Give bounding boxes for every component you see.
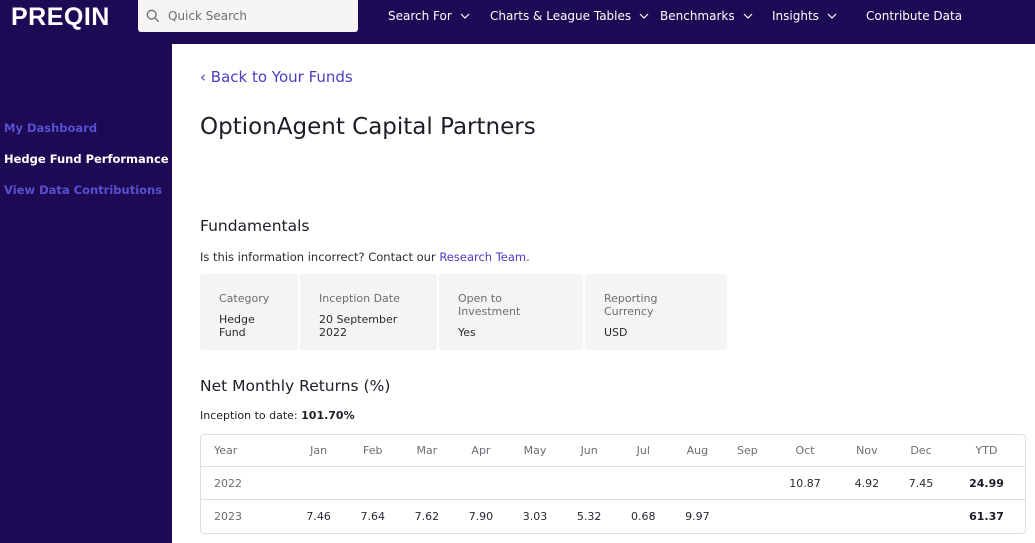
fundamentals-cards: Category Hedge Fund Inception Date 20 Se…	[200, 274, 727, 350]
field-label: Inception Date	[319, 292, 400, 305]
month-cell-oct: 10.87	[770, 467, 840, 500]
month-cell-apr	[453, 467, 508, 500]
month-cell-dec: 7.45	[893, 467, 949, 500]
column-header-jul: Jul	[616, 435, 671, 467]
month-cell-jun: 5.32	[576, 510, 602, 523]
research-team-link[interactable]: Research Team.	[439, 250, 529, 264]
column-header-may: May	[508, 435, 563, 467]
month-cell-mar	[399, 467, 454, 500]
monthly-returns-table: Year Jan Feb Mar Apr May Jun Jul Aug Sep Oct Nov Dec…	[200, 434, 1026, 534]
month-cell-aug: 9.97	[685, 510, 710, 523]
chevron-left-icon: ‹	[200, 68, 211, 86]
fundamental-card-reporting-currency: Reporting Currency USD	[585, 274, 727, 350]
nav-label: Insights	[772, 9, 819, 23]
itd-label: Inception to date:	[200, 409, 302, 422]
ytd-cell: 61.37	[969, 510, 1004, 523]
month-cell-jan: 7.46	[306, 510, 331, 523]
back-link-label: Back to Your Funds	[210, 68, 353, 86]
month-cell-jan	[291, 467, 346, 500]
fundamental-card-category: Category Hedge Fund	[200, 274, 298, 350]
column-header-jun: Jun	[562, 435, 617, 467]
column-header-dec: Dec	[893, 435, 949, 467]
nav-benchmarks[interactable]: Benchmarks	[660, 0, 753, 32]
column-header-apr: Apr	[453, 435, 508, 467]
sidebar-item-hedge-fund-performance[interactable]: Hedge Fund Performance	[4, 152, 169, 166]
quick-search-input[interactable]	[168, 9, 348, 23]
year-cell: 2022	[201, 467, 292, 500]
nav-label: Benchmarks	[660, 9, 735, 23]
preqin-logo[interactable]: PREQIN	[11, 3, 110, 32]
chevron-down-icon	[639, 13, 649, 19]
table-header-row: Year Jan Feb Mar Apr May Jun Jul Aug Sep Oct Nov Dec…	[201, 435, 1025, 467]
month-cell-jul	[616, 467, 671, 500]
fundamentals-heading: Fundamentals	[200, 217, 310, 235]
column-header-ytd: YTD	[948, 435, 1025, 467]
chevron-down-icon	[827, 13, 837, 19]
column-header-sep: Sep	[724, 435, 771, 467]
nav-search-for[interactable]: Search For	[388, 0, 470, 32]
main-content: ‹ Back to Your Funds OptionAgent Capital…	[172, 44, 1035, 543]
year-cell: 2023	[214, 510, 242, 523]
field-label: Reporting Currency	[604, 292, 658, 318]
month-cell-nov: 4.92	[839, 467, 894, 500]
month-cell-feb: 7.64	[360, 510, 385, 523]
field-value: Yes	[458, 326, 476, 339]
incorrect-info-note: Is this information incorrect? Contact o…	[200, 250, 530, 264]
month-cell-jun	[562, 467, 617, 500]
column-header-oct: Oct	[770, 435, 840, 467]
back-to-funds-link[interactable]: ‹ Back to Your Funds	[200, 68, 353, 86]
note-text: Is this information incorrect? Contact o…	[200, 250, 440, 264]
column-header-nov: Nov	[839, 435, 894, 467]
field-value: Hedge Fund	[219, 313, 255, 339]
column-header-feb: Feb	[345, 435, 400, 467]
chevron-down-icon	[460, 13, 470, 19]
inception-to-date: Inception to date: 101.70%	[200, 409, 355, 422]
month-cell-aug	[670, 467, 725, 500]
page-title: OptionAgent Capital Partners	[200, 114, 536, 140]
field-value: USD	[604, 326, 628, 339]
sidebar-item-view-data-contributions[interactable]: View Data Contributions	[4, 183, 162, 197]
top-navigation-bar: PREQIN Search For Charts & League Tables…	[0, 0, 1035, 44]
month-cell-dec	[894, 500, 948, 533]
field-label: Category	[219, 292, 270, 305]
net-monthly-returns-heading: Net Monthly Returns (%)	[200, 377, 391, 395]
column-header-aug: Aug	[670, 435, 725, 467]
month-cell-apr: 7.90	[468, 510, 494, 523]
ytd-cell: 24.99	[948, 467, 1025, 500]
month-cell-sep	[724, 500, 770, 533]
column-header-mar: Mar	[399, 435, 454, 467]
search-icon	[146, 9, 160, 23]
month-cell-oct	[770, 500, 840, 533]
month-cell-sep	[724, 467, 771, 500]
column-header-year: Year	[201, 435, 292, 467]
sidebar-item-my-dashboard[interactable]: My Dashboard	[4, 121, 97, 135]
quick-search-box[interactable]	[138, 0, 358, 32]
nav-insights[interactable]: Insights	[772, 0, 837, 32]
month-cell-jul: 0.68	[631, 510, 656, 523]
fundamental-card-open-to-investment: Open to Investment Yes	[439, 274, 583, 350]
nav-label: Contribute Data	[866, 9, 963, 23]
fundamental-card-inception-date: Inception Date 20 September 2022	[300, 274, 437, 350]
itd-value: 101.70%	[301, 409, 355, 422]
month-cell-mar: 7.62	[414, 510, 440, 523]
chevron-down-icon	[743, 13, 753, 19]
column-header-jan: Jan	[291, 435, 346, 467]
nav-label: Charts & League Tables	[490, 9, 632, 23]
nav-label: Search For	[388, 9, 452, 23]
sidebar: My Dashboard Hedge Fund Performance View…	[0, 44, 172, 543]
month-cell-feb	[345, 467, 400, 500]
field-label: Open to Investment	[458, 292, 521, 318]
field-value: 20 September 2022	[319, 313, 398, 339]
month-cell-may	[508, 467, 563, 500]
table-row: 2022 10.87 4.92 7.45 24.99	[201, 467, 1025, 500]
month-cell-may: 3.03	[522, 510, 548, 523]
nav-contribute-data[interactable]: Contribute Data	[866, 0, 962, 32]
nav-charts-league-tables[interactable]: Charts & League Tables	[490, 0, 649, 32]
table-row: 2023 7.46 7.64 7.62 7.90 3.03 5.32 0.68 9.97 61.3…	[201, 500, 1025, 533]
month-cell-nov	[840, 500, 894, 533]
